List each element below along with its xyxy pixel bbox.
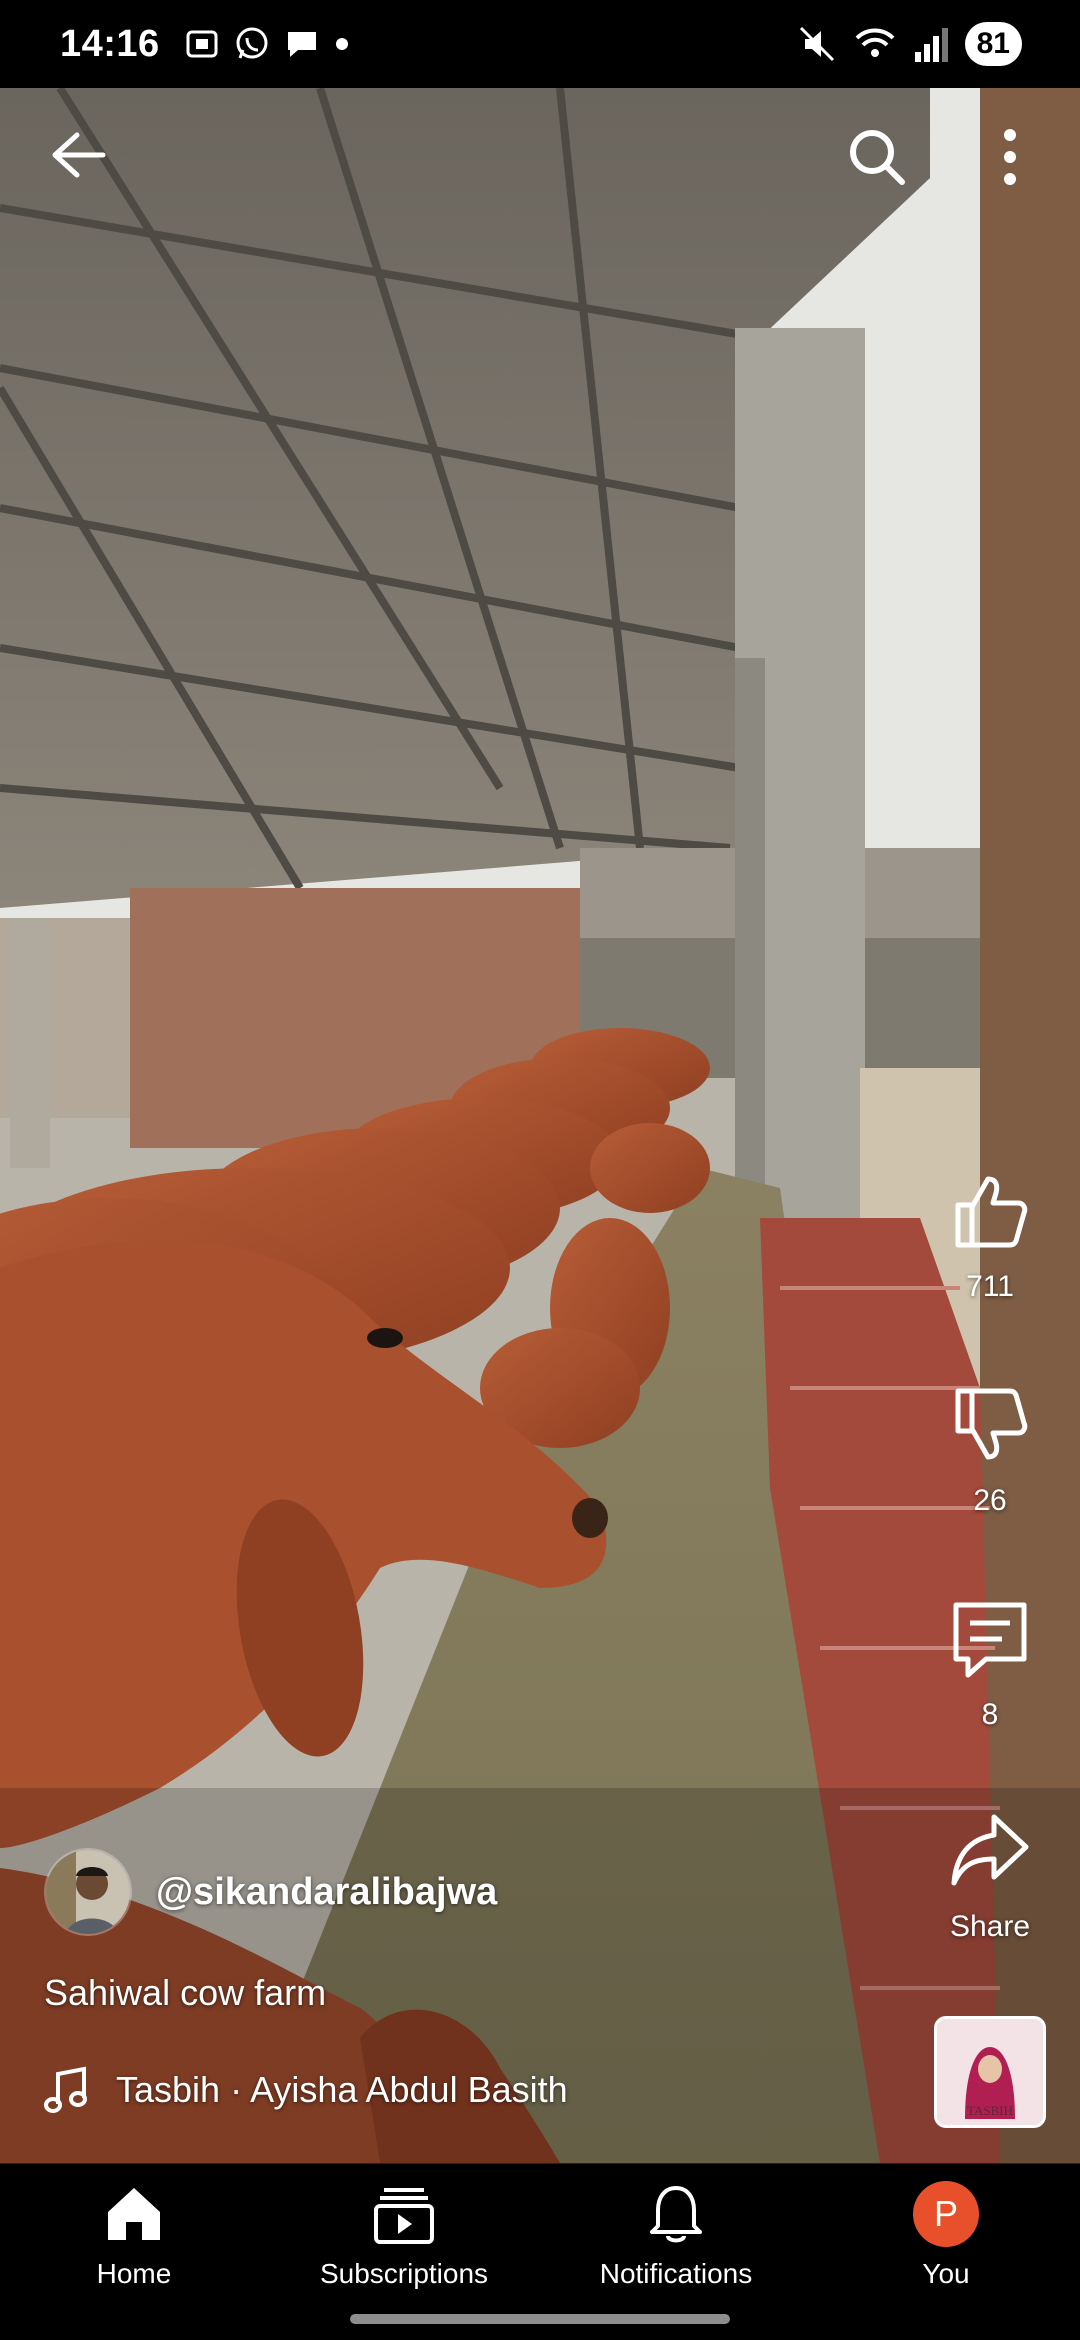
more-options-button[interactable]: [980, 120, 1040, 194]
share-button[interactable]: [945, 1806, 1035, 1896]
channel-row[interactable]: @sikandaralibajwa: [44, 1848, 497, 1936]
dot-icon: [335, 38, 348, 50]
status-time: 14:16: [60, 22, 160, 65]
home-icon: [108, 2188, 160, 2240]
battery-indicator: 81: [964, 22, 1022, 66]
message-icon: [287, 32, 316, 57]
comment-button[interactable]: [945, 1594, 1035, 1684]
like-count: 711: [966, 1270, 1014, 1303]
nav-you-label: You: [922, 2258, 970, 2289]
thumbs-down-icon: [955, 1388, 1028, 1460]
thumbs-up-icon: [955, 1176, 1028, 1248]
nav-notifications[interactable]: Notifications: [556, 2174, 796, 2290]
screenshot-icon: [186, 30, 218, 58]
channel-avatar[interactable]: [44, 1848, 132, 1936]
music-row[interactable]: Tasbih · Ayisha Abdul Basith: [44, 2066, 568, 2114]
status-bar: 14:16 81: [0, 0, 1080, 88]
more-vert-icon: [1004, 129, 1016, 185]
channel-avatar-image: [46, 1850, 130, 1934]
nav-home[interactable]: Home: [14, 2174, 254, 2290]
signal-icon: [914, 28, 948, 62]
dislike-action[interactable]: 26: [930, 1380, 1050, 1518]
comment-icon: [953, 1602, 1027, 1678]
music-thumb-text: TASBIH: [967, 2103, 1013, 2118]
music-thumbnail-image: TASBIH: [937, 2019, 1043, 2125]
share-label: Share: [949, 1910, 1031, 1943]
share-icon: [951, 1814, 1029, 1886]
like-button[interactable]: [945, 1166, 1035, 1256]
channel-handle[interactable]: @sikandaralibajwa: [156, 1871, 497, 1914]
like-action[interactable]: 711: [930, 1166, 1050, 1304]
wifi-icon: [855, 28, 895, 57]
whatsapp-icon: [236, 27, 268, 59]
back-button[interactable]: [44, 120, 114, 190]
nav-home-label: Home: [96, 2258, 172, 2289]
status-right-group: 81: [797, 22, 1022, 66]
status-notification-icons: [184, 26, 350, 62]
search-button[interactable]: [840, 120, 914, 194]
comment-action[interactable]: 8: [930, 1594, 1050, 1732]
search-icon: [850, 130, 905, 185]
nav-subscriptions[interactable]: Subscriptions: [284, 2174, 524, 2290]
nav-notifications-label: Notifications: [599, 2258, 753, 2289]
bell-icon: [650, 2186, 702, 2243]
home-indicator[interactable]: [350, 2314, 730, 2324]
subscriptions-icon: [374, 2188, 434, 2244]
share-action[interactable]: Share: [930, 1806, 1050, 1944]
player-top-bar: [0, 110, 1080, 200]
back-arrow-icon: [52, 132, 106, 178]
comment-count: 8: [981, 1698, 999, 1731]
nav-you[interactable]: P You: [826, 2174, 1066, 2290]
music-label[interactable]: Tasbih · Ayisha Abdul Basith: [116, 2069, 568, 2111]
dislike-count: 26: [973, 1484, 1007, 1517]
dislike-button[interactable]: [945, 1380, 1035, 1470]
mute-icon: [799, 26, 834, 62]
nav-subscriptions-label: Subscriptions: [319, 2258, 489, 2289]
profile-avatar: P: [913, 2181, 979, 2247]
music-note-icon: [44, 2066, 87, 2113]
video-title[interactable]: Sahiwal cow farm: [44, 1972, 326, 2014]
music-thumbnail[interactable]: TASBIH: [934, 2016, 1046, 2128]
